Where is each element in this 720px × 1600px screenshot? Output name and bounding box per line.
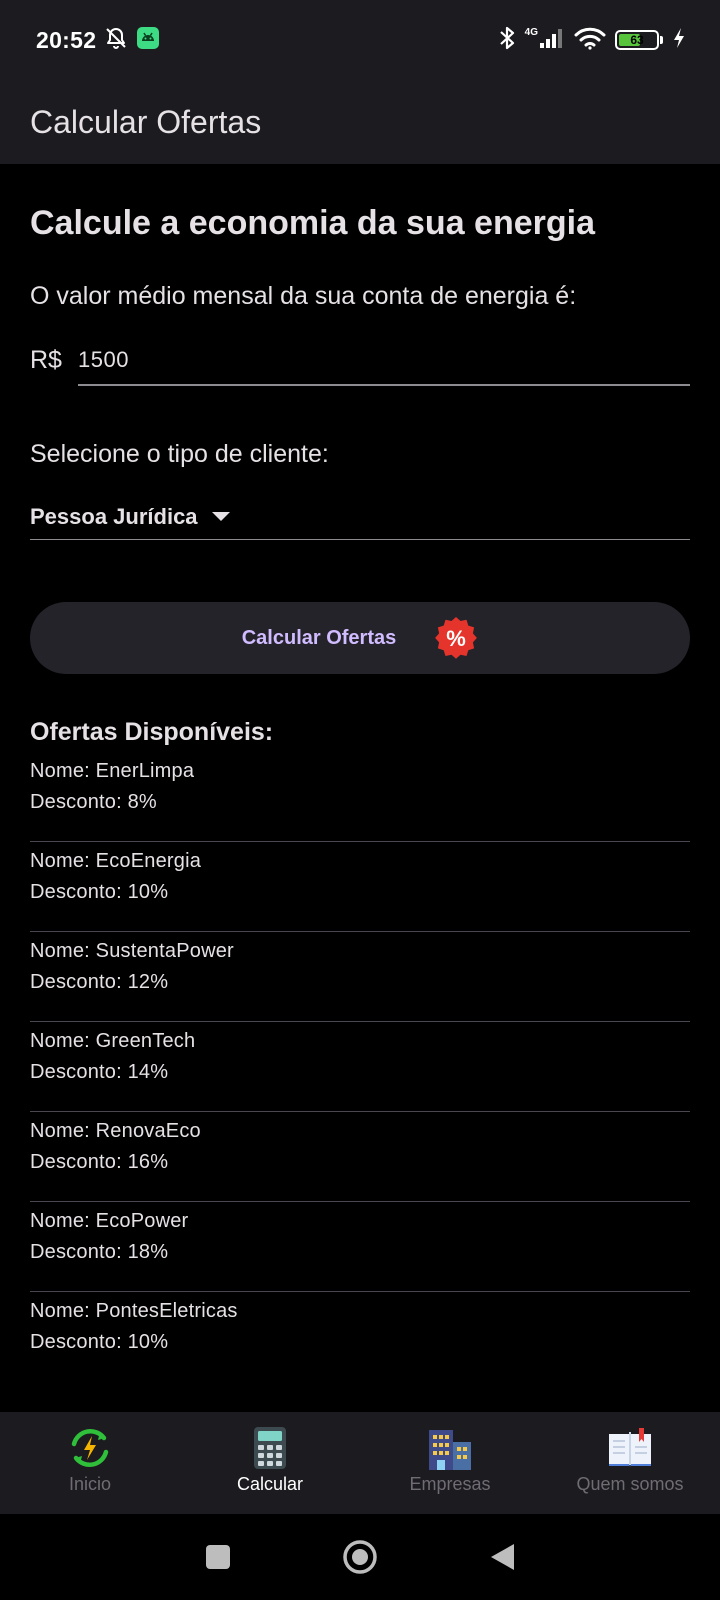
nav-label-empresas: Empresas <box>409 1474 491 1494</box>
client-type-selected-value: Pessoa Jurídica <box>30 503 198 529</box>
bluetooth-icon <box>498 25 516 56</box>
screen: 20:52 4G 63 Calcular Ofertas Calcule a e… <box>0 0 720 1600</box>
offer-name: Nome: EnerLimpa <box>30 760 195 782</box>
status-left: 20:52 <box>36 26 160 55</box>
nav-item-calcular[interactable]: Calcular <box>180 1412 360 1514</box>
android-notification-icon <box>136 26 160 55</box>
app-bar-title: Calcular Ofertas <box>30 103 262 140</box>
status-right: 4G 63 <box>498 25 686 56</box>
nav-label-inicio: Inicio <box>68 1474 112 1494</box>
offer-discount: Desconto: 16% <box>30 1151 169 1173</box>
percent-badge-icon: % <box>435 617 478 659</box>
offer-item[interactable]: Nome: EcoPower Desconto: 18% <box>30 1202 690 1292</box>
recents-button[interactable] <box>204 1543 232 1571</box>
open-book-icon <box>607 1426 653 1470</box>
bottom-navigation: Inicio Calcular Empresas Quem somos <box>0 1412 720 1514</box>
offer-discount: Desconto: 8% <box>30 791 157 813</box>
offer-name: Nome: SustentaPower <box>30 940 234 962</box>
battery-level: 63 <box>630 33 644 47</box>
offer-name: Nome: EcoPower <box>30 1210 189 1232</box>
home-circle-icon <box>343 1540 377 1574</box>
bell-off-icon <box>104 26 128 55</box>
energy-cycle-icon <box>67 1426 113 1470</box>
nav-label-calcular: Calcular <box>236 1474 304 1494</box>
home-button[interactable] <box>342 1539 378 1575</box>
offer-item[interactable]: Nome: SustentaPower Desconto: 12% <box>30 932 690 1022</box>
offer-item[interactable]: Nome: GreenTech Desconto: 14% <box>30 1022 690 1112</box>
offer-discount: Desconto: 14% <box>30 1061 169 1083</box>
offers-title: Ofertas Disponíveis: <box>30 718 274 746</box>
page-headline: Calcule a economia da sua energia <box>30 204 596 242</box>
battery-body: 63 <box>615 30 659 50</box>
offer-name: Nome: RenovaEco <box>30 1120 201 1142</box>
percent-badge-symbol: % <box>446 626 466 651</box>
nav-item-empresas[interactable]: Empresas <box>360 1412 540 1514</box>
offer-item[interactable]: Nome: PontesEletricas Desconto: 10% <box>30 1292 690 1382</box>
status-bar: 20:52 4G 63 <box>0 0 720 80</box>
client-type-dropdown[interactable]: Pessoa Jurídica <box>30 494 690 540</box>
client-type-label: Selecione o tipo de cliente: <box>30 440 329 468</box>
recents-square-icon <box>206 1545 230 1569</box>
back-button[interactable] <box>488 1542 516 1572</box>
offer-item[interactable]: Nome: RenovaEco Desconto: 16% <box>30 1112 690 1202</box>
nav-label-quem-somos: Quem somos <box>576 1474 684 1494</box>
offer-name: Nome: EcoEnergia <box>30 850 202 872</box>
app-bar: Calcular Ofertas <box>0 80 720 164</box>
battery-indicator: 63 <box>615 30 663 50</box>
offer-item[interactable]: Nome: EcoEnergia Desconto: 10% <box>30 842 690 932</box>
offers-list: Nome: EnerLimpa Desconto: 8% Nome: EcoEn… <box>30 752 690 1382</box>
cell-signal-icon <box>539 27 565 54</box>
currency-prefix: R$ <box>30 346 62 374</box>
status-time: 20:52 <box>36 26 97 53</box>
battery-tip <box>660 36 663 44</box>
bill-question-label: O valor médio mensal da sua conta de ene… <box>30 282 577 310</box>
calculator-icon <box>247 1426 293 1470</box>
nav-item-quem-somos[interactable]: Quem somos <box>540 1412 720 1514</box>
network-type-label: 4G <box>524 26 538 38</box>
monthly-bill-input[interactable] <box>78 334 690 386</box>
back-triangle-icon <box>491 1544 514 1570</box>
calculate-offers-button[interactable]: Calcular Ofertas % <box>30 602 690 674</box>
nav-item-inicio[interactable]: Inicio <box>0 1412 180 1514</box>
buildings-icon <box>427 1426 473 1470</box>
offer-name: Nome: PontesEletricas <box>30 1300 238 1322</box>
offer-discount: Desconto: 18% <box>30 1241 169 1263</box>
offer-discount: Desconto: 10% <box>30 1331 169 1353</box>
offer-name: Nome: GreenTech <box>30 1030 196 1052</box>
dropdown-caret-icon <box>211 512 230 521</box>
offer-discount: Desconto: 12% <box>30 971 169 993</box>
offer-item[interactable]: Nome: EnerLimpa Desconto: 8% <box>30 752 690 842</box>
offer-discount: Desconto: 10% <box>30 881 169 903</box>
calculate-offers-button-label: Calcular Ofertas <box>241 626 397 649</box>
wifi-icon <box>574 26 606 55</box>
system-navigation-bar <box>0 1514 720 1600</box>
charging-bolt-icon <box>672 27 686 54</box>
